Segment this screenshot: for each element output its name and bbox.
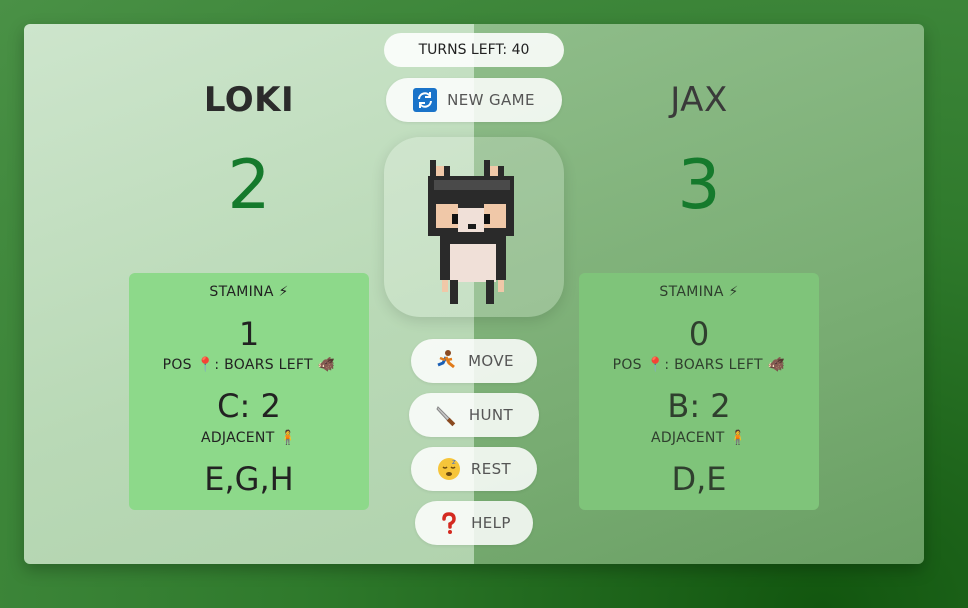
new-game-label: NEW GAME <box>447 91 535 109</box>
stats-panel-loki: STAMINA ⚡ 1 POS 📍: BOARS LEFT 🐗 C: 2 ADJ… <box>129 273 369 510</box>
question-mark-icon <box>437 511 461 535</box>
knife-icon <box>435 403 459 427</box>
turns-left-badge: TURNS LEFT: 40 <box>384 33 564 67</box>
help-label: HELP <box>471 514 511 532</box>
position-label: POS 📍: BOARS LEFT 🐗 <box>612 357 786 373</box>
hunt-button[interactable]: HUNT <box>409 393 539 437</box>
player-score-loki: 2 <box>227 146 271 225</box>
sleeping-face-icon: z <box>437 457 461 481</box>
position-value: B: 2 <box>667 387 731 425</box>
stamina-value: 1 <box>238 315 260 353</box>
player-score-jax: 3 <box>677 146 721 225</box>
pixel-cat-icon <box>428 160 514 304</box>
running-person-icon <box>434 349 458 373</box>
player-name-jax: JAX <box>670 80 728 120</box>
move-button[interactable]: MOVE <box>411 339 537 383</box>
stamina-label: STAMINA ⚡ <box>659 284 739 300</box>
player-name-loki: LOKI <box>203 80 295 120</box>
adjacent-label: ADJACENT 🧍 <box>200 430 298 446</box>
new-game-button[interactable]: NEW GAME <box>386 78 562 122</box>
move-label: MOVE <box>468 352 514 370</box>
position-value: C: 2 <box>217 387 281 425</box>
character-portrait <box>384 137 564 317</box>
help-button[interactable]: HELP <box>415 501 533 545</box>
stamina-value: 0 <box>688 315 710 353</box>
position-label: POS 📍: BOARS LEFT 🐗 <box>162 357 336 373</box>
svg-text:z: z <box>452 458 456 466</box>
stats-panel-jax: STAMINA ⚡ 0 POS 📍: BOARS LEFT 🐗 B: 2 ADJ… <box>579 273 819 510</box>
adjacent-label: ADJACENT 🧍 <box>650 430 748 446</box>
rest-button[interactable]: z REST <box>411 447 537 491</box>
adjacent-value: D,E <box>671 460 727 498</box>
stamina-label: STAMINA ⚡ <box>209 284 289 300</box>
adjacent-value: E,G,H <box>204 460 294 498</box>
rest-label: REST <box>470 460 512 478</box>
refresh-icon <box>413 88 438 112</box>
hunt-label: HUNT <box>468 406 514 424</box>
